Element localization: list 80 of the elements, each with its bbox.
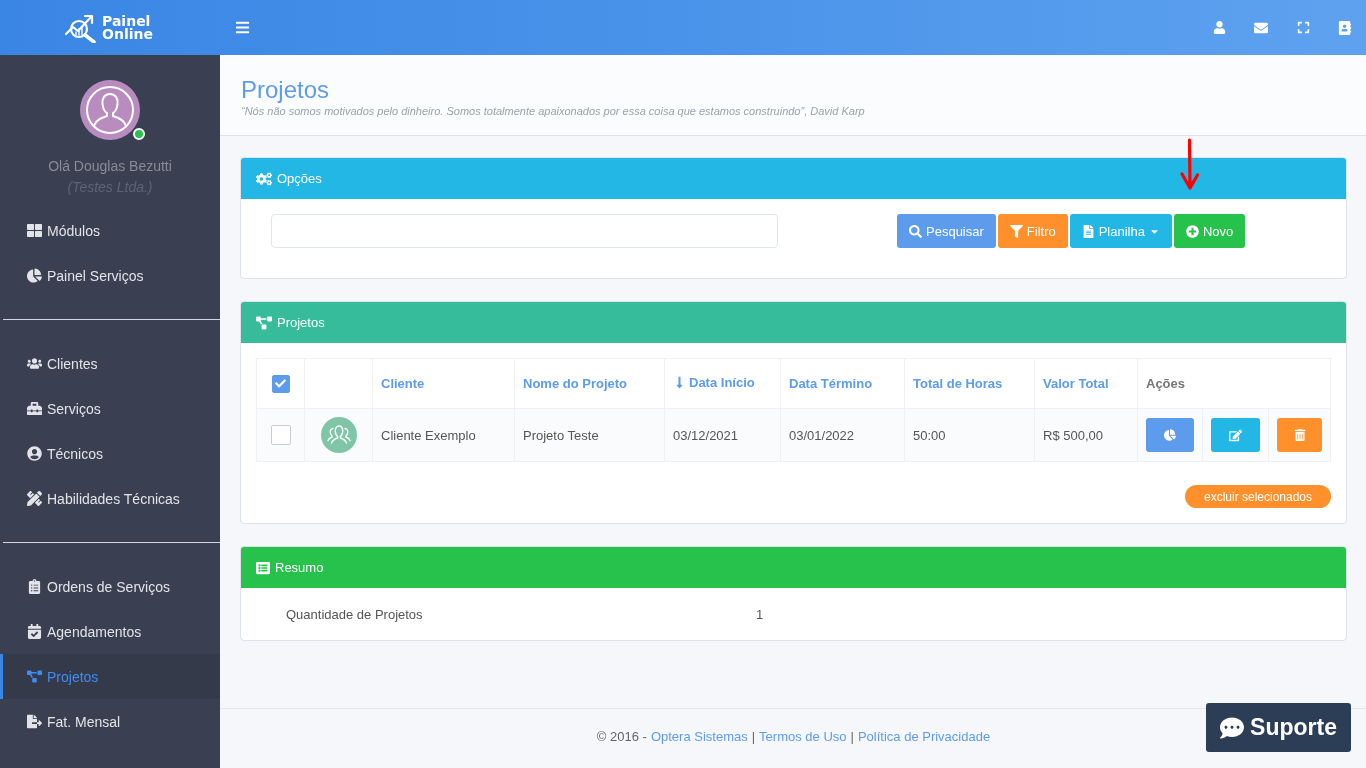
edit-icon — [1229, 428, 1242, 442]
sidebar-item[interactable]: Módulos — [0, 208, 220, 253]
grid-icon — [27, 223, 42, 238]
table-cell: 03/12/2021 — [664, 408, 781, 462]
toolbox-icon — [27, 401, 42, 416]
chat-bubble-icon — [1220, 715, 1245, 740]
sidebar-item[interactable]: Técnicos — [0, 431, 220, 476]
expand-icon — [1296, 21, 1310, 34]
sidebar-item[interactable]: Agendamentos — [0, 609, 220, 654]
down-arrow-icon — [1180, 138, 1200, 192]
menu-icon — [234, 20, 250, 35]
footer-text: © 2016 - — [596, 729, 647, 744]
table-cell: 03/01/2022 — [780, 408, 905, 462]
sidebar-item[interactable]: Ordens de Serviços — [0, 564, 220, 609]
filter-button[interactable]: Filtro — [997, 214, 1068, 248]
clipboard-icon — [27, 579, 42, 594]
column-header[interactable]: Cliente — [372, 358, 515, 409]
logo-text: Painel Online — [102, 14, 153, 41]
summary-label: Quantidade de Projetos — [285, 605, 424, 624]
new-button[interactable]: Novo — [1173, 214, 1246, 248]
summary-value: 1 — [755, 605, 764, 624]
search-field[interactable] — [271, 214, 778, 248]
sidebar-item[interactable]: Fat. Mensal — [0, 699, 220, 744]
diagram-icon — [256, 314, 272, 331]
search-icon — [909, 224, 922, 238]
table-cell: Projeto Teste — [514, 408, 665, 462]
column-header[interactable]: Total de Horas — [904, 358, 1035, 409]
user-greeting: Olá Douglas Bezutti — [48, 157, 172, 175]
file-export-icon — [27, 714, 42, 729]
list-icon — [256, 560, 270, 575]
pie-chart-icon — [27, 268, 42, 283]
calendar-check-icon — [27, 624, 42, 639]
spreadsheet-dropdown[interactable]: Planilha — [1069, 214, 1172, 248]
page-title: Projetos — [241, 76, 331, 104]
delete-button[interactable] — [1277, 418, 1322, 452]
cogs-icon — [256, 170, 272, 187]
document-icon — [1081, 224, 1095, 238]
pie-chart-icon — [1164, 429, 1176, 441]
column-header[interactable]: Data Término — [780, 358, 905, 409]
select-all-checkbox[interactable] — [271, 374, 290, 393]
check-icon — [275, 378, 286, 389]
chart-button[interactable] — [1146, 418, 1194, 452]
diagram-icon — [27, 669, 42, 684]
column-header[interactable]: Nome do Projeto — [514, 358, 665, 409]
pencil-ruler-icon — [27, 491, 42, 506]
table-cell: R$ 500,00 — [1034, 408, 1138, 462]
menu-button[interactable] — [234, 19, 250, 36]
column-header[interactable]: Data Início — [664, 358, 781, 409]
search-button[interactable]: Pesquisar — [897, 214, 996, 248]
address-book-icon — [1338, 20, 1352, 35]
row-checkbox[interactable] — [270, 425, 291, 445]
users-icon — [27, 356, 42, 371]
sidebar-item[interactable]: Serviços — [0, 386, 220, 431]
panel-title: Projetos — [277, 315, 325, 330]
column-header: Ações — [1137, 358, 1331, 409]
avatar-icon — [80, 80, 140, 140]
edit-button[interactable] — [1211, 418, 1260, 452]
footer-link[interactable]: Termos de Uso — [759, 729, 847, 744]
panel-title: Opções — [277, 171, 322, 186]
footer-link[interactable]: Optera Sistemas — [650, 729, 748, 744]
panel-title: Resumo — [275, 560, 324, 575]
trash-icon — [1293, 429, 1306, 441]
avatar-icon — [320, 417, 357, 453]
filter-icon — [1009, 224, 1023, 238]
sidebar-item[interactable]: Habilidades Técnicas — [0, 476, 220, 521]
sidebar-item[interactable]: Projetos — [0, 654, 220, 699]
column-header[interactable]: Valor Total — [1034, 358, 1138, 409]
column-label: Data Início — [689, 375, 755, 390]
user-icon — [1212, 21, 1226, 34]
footer-text: | — [751, 729, 756, 744]
sidebar-item[interactable]: Clientes — [0, 341, 220, 386]
page-quote: “Nós não somos motivados pelo dinheiro. Somos totalmente apaixonados por essa coisa que estamos construindo”, David Karp — [241, 104, 866, 118]
delete-selected-button[interactable]: excluir selecionados — [1184, 485, 1331, 508]
support-button[interactable]: Suporte — [1206, 703, 1351, 752]
sidebar-item[interactable]: Painel Serviços — [0, 253, 220, 298]
envelope-icon — [1254, 20, 1268, 35]
footer-text: | — [850, 729, 854, 744]
table-cell: Cliente Exemplo — [372, 408, 515, 462]
table-cell: 50:00 — [904, 408, 1035, 462]
footer-link[interactable]: Política de Privacidade — [857, 729, 991, 744]
